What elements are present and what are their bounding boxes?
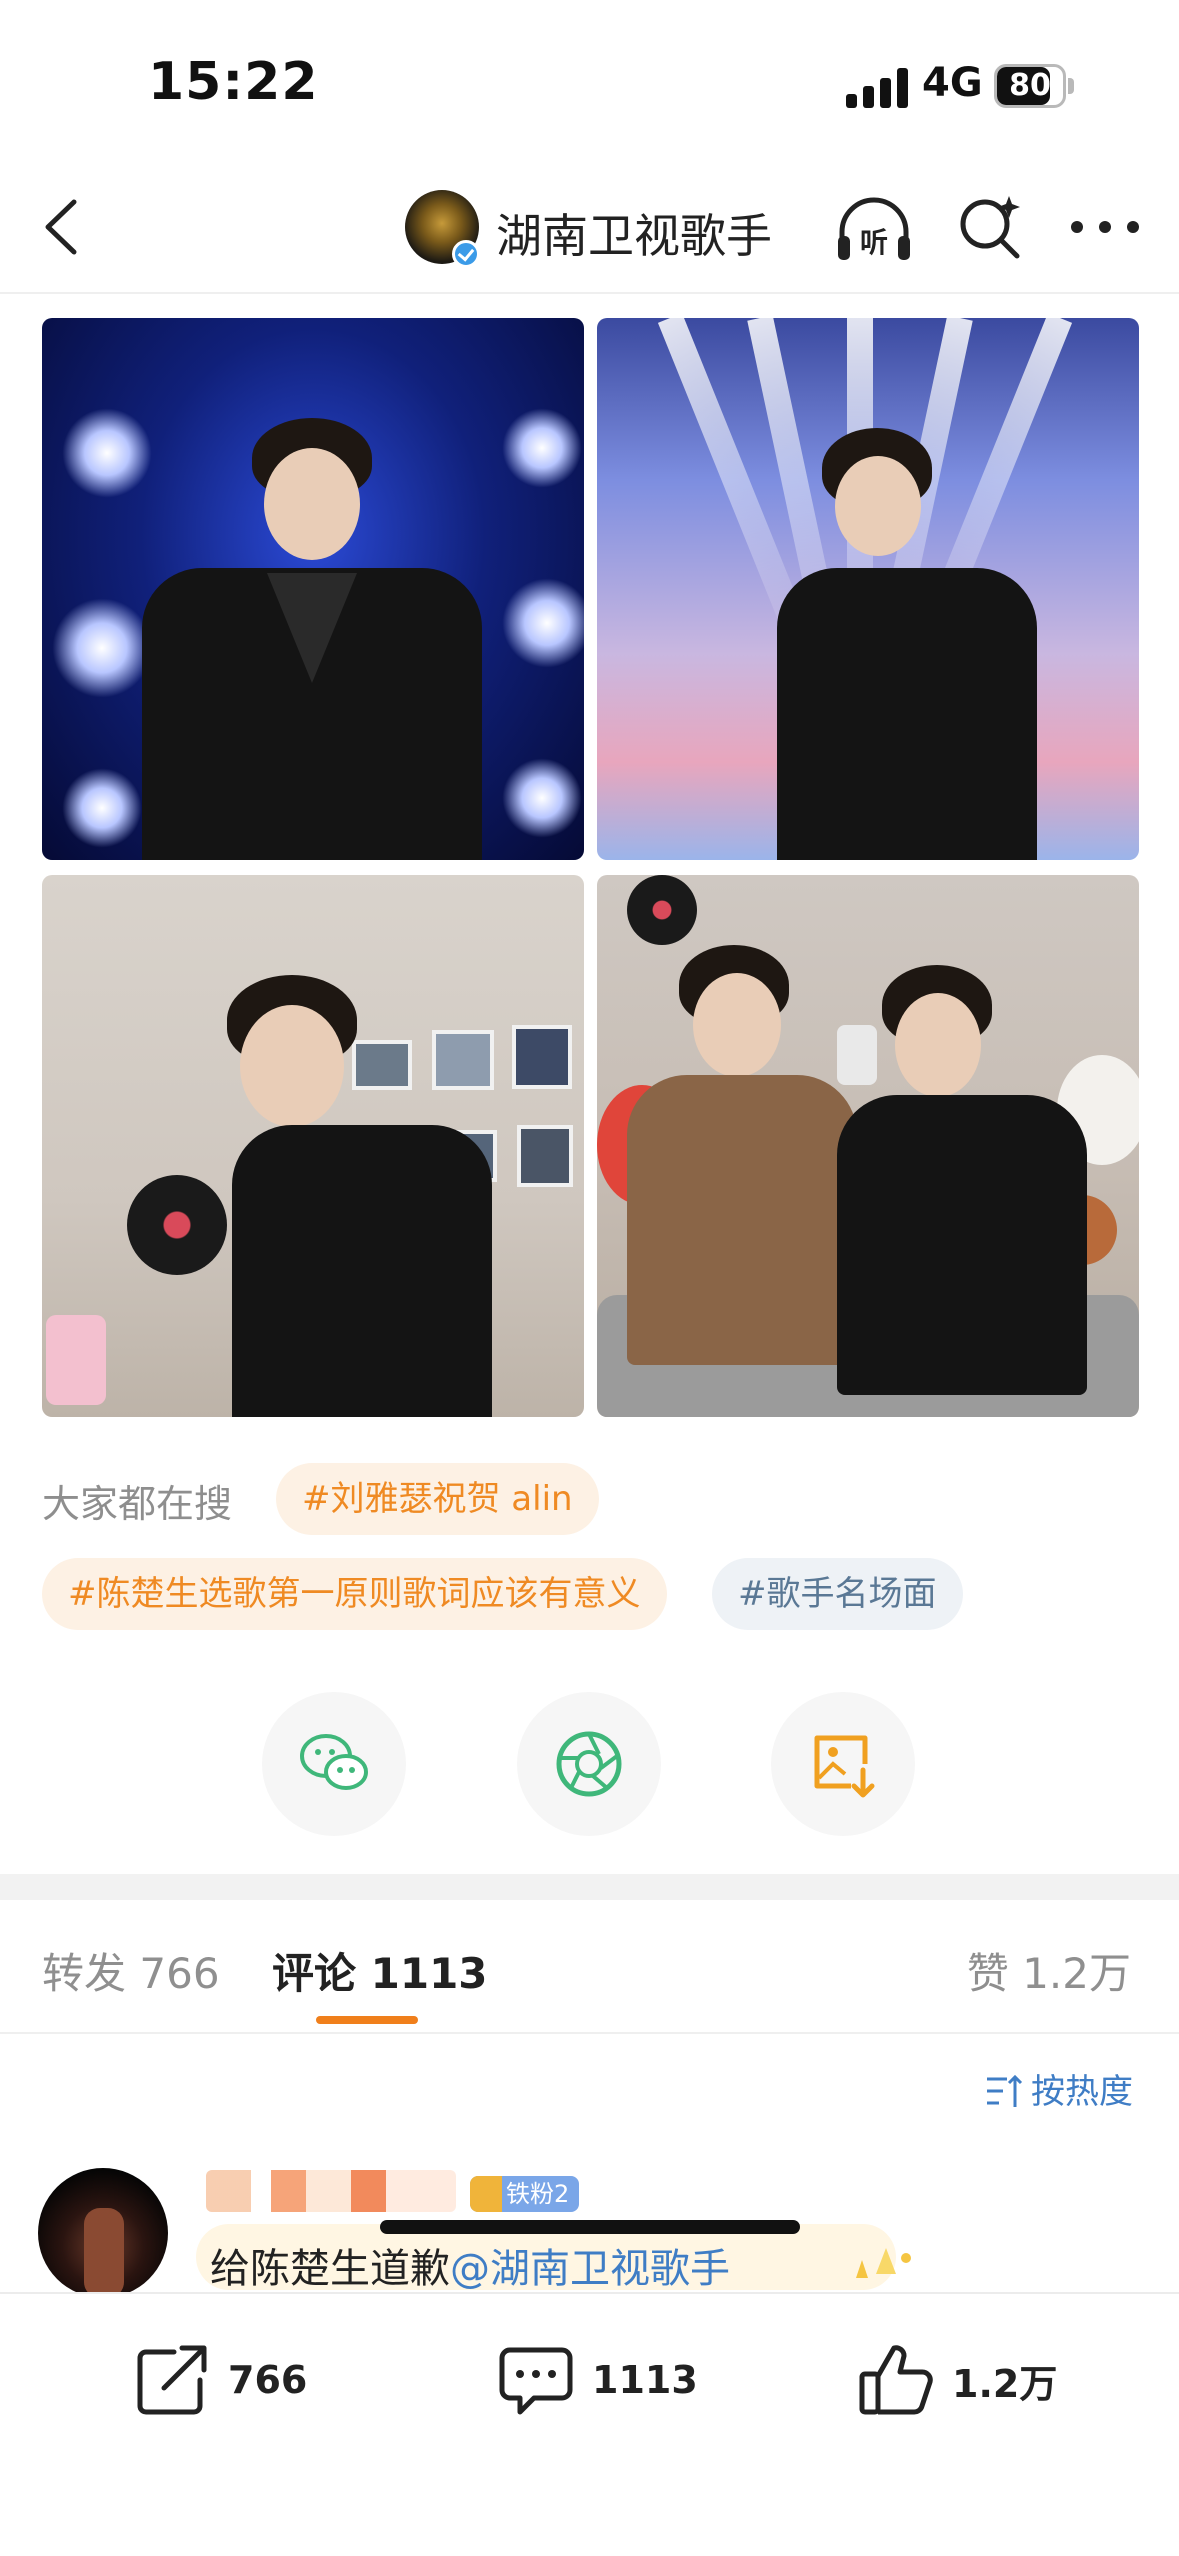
active-tab-indicator bbox=[316, 2016, 418, 2024]
verified-badge-icon bbox=[452, 240, 480, 268]
tab-comment-label: 评论 bbox=[272, 1949, 357, 1998]
trending-tag[interactable]: #刘雅瑟祝贺 alin bbox=[276, 1463, 599, 1535]
repost-button[interactable]: 766 bbox=[132, 2340, 307, 2420]
tab-repost-label: 转发 bbox=[42, 1949, 127, 1998]
status-time: 15:22 bbox=[148, 52, 319, 112]
back-arrow-icon[interactable] bbox=[30, 192, 100, 262]
tab-like-label: 赞 bbox=[966, 1949, 1009, 1998]
trending-label: 大家都在搜 bbox=[42, 1482, 233, 1526]
thumbs-up-icon bbox=[859, 2345, 933, 2415]
tab-comment[interactable]: 评论 1113 bbox=[272, 1940, 488, 2001]
share-wechat-button[interactable] bbox=[262, 1692, 406, 1836]
sort-label: 按热度 bbox=[1031, 2072, 1133, 2112]
fan-level-badge: 铁粉2 bbox=[470, 2176, 580, 2212]
tab-divider bbox=[0, 2032, 1179, 2034]
network-type: 4G bbox=[922, 60, 983, 106]
commenter-avatar[interactable] bbox=[38, 2168, 168, 2298]
tab-repost[interactable]: 转发 766 bbox=[42, 1940, 220, 2001]
section-divider bbox=[0, 1874, 1179, 1900]
repost-count: 766 bbox=[228, 2358, 308, 2402]
comment-button[interactable]: 1113 bbox=[496, 2340, 698, 2420]
repost-icon bbox=[137, 2345, 207, 2415]
nav-bar: 湖南卫视歌手 听 bbox=[0, 160, 1179, 294]
comment-bubble-icon bbox=[499, 2347, 573, 2415]
tab-like[interactable]: 赞 1.2万 bbox=[967, 1940, 1131, 2001]
fan-level-label: 铁粉2 bbox=[506, 2180, 570, 2208]
tab-repost-count: 766 bbox=[139, 1949, 220, 1998]
sort-icon bbox=[987, 2074, 1023, 2107]
sort-by-hot-button[interactable]: 按热度 bbox=[985, 2064, 1133, 2113]
tab-comment-count: 1113 bbox=[370, 1949, 488, 1998]
search-icon[interactable] bbox=[955, 192, 1025, 262]
home-indicator bbox=[380, 2220, 800, 2234]
share-moments-button[interactable] bbox=[517, 1692, 661, 1836]
battery-icon: 80 bbox=[994, 64, 1074, 108]
battery-level: 80 bbox=[1009, 68, 1051, 103]
status-bar: 15:22 4G 80 bbox=[0, 0, 1179, 160]
comment-count: 1113 bbox=[592, 2358, 698, 2402]
like-count: 1.2万 bbox=[952, 2361, 1058, 2406]
post-photo-4[interactable] bbox=[597, 875, 1139, 1417]
bottom-action-bar: 766 1113 1.2万 bbox=[0, 2292, 1179, 2556]
save-image-button[interactable] bbox=[771, 1692, 915, 1836]
listen-label: 听 bbox=[860, 226, 888, 259]
post-photo-2[interactable] bbox=[597, 318, 1139, 860]
trending-tag[interactable]: #陈楚生选歌第一原则歌词应该有意义 bbox=[42, 1558, 667, 1630]
wechat-icon bbox=[300, 1734, 368, 1790]
post-photo-3[interactable] bbox=[42, 875, 584, 1417]
save-image-icon bbox=[814, 1735, 875, 1798]
sparkle-sticker-icon bbox=[856, 2248, 911, 2278]
like-button[interactable]: 1.2万 bbox=[856, 2340, 1057, 2420]
more-options-icon[interactable] bbox=[1065, 204, 1145, 250]
comment-mention-link[interactable]: @湖南卫视歌手 bbox=[450, 2246, 730, 2292]
post-photo-1[interactable] bbox=[42, 318, 584, 860]
trending-tag[interactable]: #歌手名场面 bbox=[712, 1558, 963, 1630]
account-name[interactable]: 湖南卫视歌手 bbox=[496, 200, 772, 266]
tab-like-count: 1.2万 bbox=[1022, 1949, 1131, 1998]
listen-headphones-icon[interactable]: 听 bbox=[832, 188, 916, 272]
commenter-name-obscured[interactable] bbox=[206, 2170, 456, 2212]
signal-icon bbox=[846, 68, 910, 108]
moments-aperture-icon bbox=[556, 1731, 622, 1797]
comment-body: 给陈楚生道歉 bbox=[210, 2246, 450, 2292]
comment-text: 给陈楚生道歉@湖南卫视歌手 bbox=[210, 2236, 730, 2294]
